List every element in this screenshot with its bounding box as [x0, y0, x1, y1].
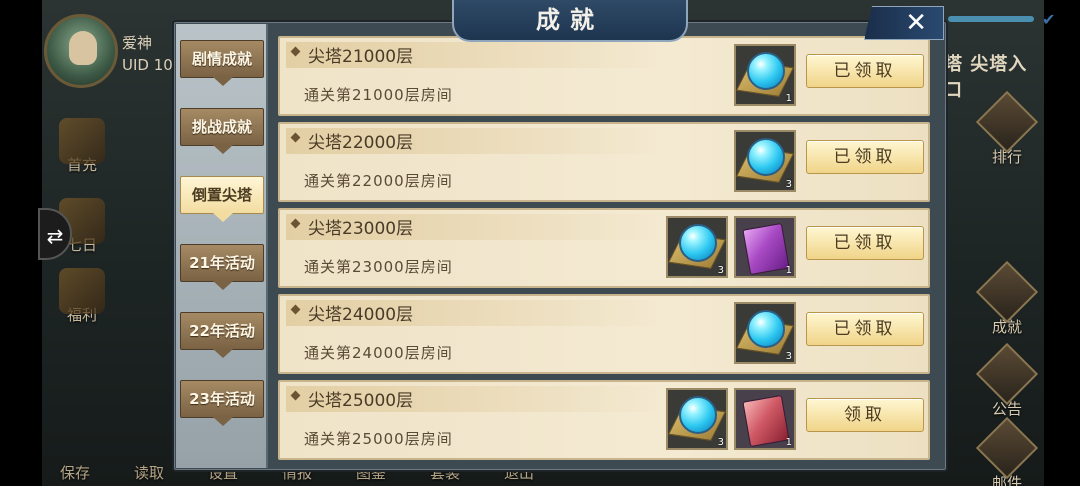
claim-button[interactable]: 领取 — [806, 398, 924, 432]
right-edge-band — [1044, 0, 1080, 486]
welfare-button[interactable]: 福利 — [52, 268, 112, 325]
check-icon: ✔ — [1042, 10, 1056, 29]
tab-inverted-tower[interactable]: 倒置尖塔 — [180, 176, 264, 222]
mail-icon — [975, 416, 1039, 480]
close-button[interactable]: ✕ — [864, 6, 944, 40]
achievement-desc: 通关第21000层房间 — [304, 86, 453, 104]
tab-event-2023[interactable]: 23年活动 — [180, 380, 264, 426]
panel-title: 成就 — [452, 0, 688, 42]
reward-item[interactable]: 1 — [734, 216, 796, 278]
notice-icon — [975, 342, 1039, 406]
achievement-title: 尖塔21000层 — [308, 47, 414, 67]
claimed-button[interactable]: 已领取 — [806, 54, 924, 88]
achievement-title: 尖塔23000层 — [308, 219, 414, 239]
achievement-title: 尖塔22000层 — [308, 133, 414, 153]
player-avatar[interactable] — [44, 14, 118, 88]
reward-qty: 1 — [785, 437, 792, 448]
reward-qty: 3 — [785, 179, 792, 190]
achievement-row: 尖塔25000层 通关第25000层房间 3 1 领取 — [278, 380, 930, 460]
crystal-orb-icon — [747, 138, 785, 176]
reward-item[interactable]: 1 — [734, 388, 796, 450]
energy-bar — [948, 16, 1034, 22]
crystal-orb-icon — [747, 310, 785, 348]
reward-item[interactable]: 3 — [734, 302, 796, 364]
achievement-row: 尖塔23000层 通关第23000层房间 3 1 已领取 — [278, 208, 930, 288]
load-button[interactable]: 读取 — [134, 462, 164, 483]
first-recharge-button[interactable]: 首充 — [52, 118, 112, 175]
achievement-title: 尖塔25000层 — [308, 391, 414, 411]
reward-item[interactable]: 3 — [734, 130, 796, 192]
crystal-orb-icon — [747, 52, 785, 90]
claimed-button[interactable]: 已领取 — [806, 226, 924, 260]
achievement-desc: 通关第25000层房间 — [304, 430, 453, 448]
claimed-button[interactable]: 已领取 — [806, 312, 924, 346]
reward-item[interactable]: 3 — [666, 388, 728, 450]
achievement-desc: 通关第22000层房间 — [304, 172, 453, 190]
left-edge-band — [0, 0, 42, 486]
tab-event-2021[interactable]: 21年活动 — [180, 244, 264, 290]
player-name: 爱神 — [122, 34, 153, 52]
tab-event-2022[interactable]: 22年活动 — [180, 312, 264, 358]
reward-qty: 3 — [717, 265, 724, 276]
red-book-icon — [742, 394, 790, 448]
reward-item[interactable]: 1 — [734, 44, 796, 106]
achievement-desc: 通关第23000层房间 — [304, 258, 453, 276]
welfare-icon — [59, 268, 105, 314]
achievement-button[interactable]: 成就 — [975, 260, 1039, 337]
crystal-orb-icon — [679, 224, 717, 262]
crystal-orb-icon — [679, 396, 717, 434]
reward-qty: 3 — [717, 437, 724, 448]
notice-button[interactable]: 公告 — [975, 342, 1039, 419]
tab-story-achievement[interactable]: 剧情成就 — [180, 40, 264, 86]
achievement-title: 尖塔24000层 — [308, 305, 414, 325]
tab-challenge-achievement[interactable]: 挑战成就 — [180, 108, 264, 154]
achievement-icon — [975, 260, 1039, 324]
ranking-icon — [975, 90, 1039, 154]
mail-button[interactable]: 邮件 — [975, 416, 1039, 486]
achievement-row: 尖塔22000层 通关第22000层房间 3 已领取 — [278, 122, 930, 202]
claimed-button[interactable]: 已领取 — [806, 140, 924, 174]
purple-book-icon — [742, 222, 790, 276]
achievement-desc: 通关第24000层房间 — [304, 344, 453, 362]
reward-qty: 3 — [785, 351, 792, 362]
collapse-arrow-icon: ⇄ — [46, 224, 64, 248]
tower-entry-button[interactable]: 塔 尖塔入口 — [944, 50, 1044, 101]
reward-qty: 1 — [785, 265, 792, 276]
achievement-row: 尖塔21000层 通关第21000层房间 1 已领取 — [278, 36, 930, 116]
reward-qty: 1 — [785, 93, 792, 104]
close-icon: ✕ — [905, 8, 927, 38]
achievement-row: 尖塔24000层 通关第24000层房间 3 已领取 — [278, 294, 930, 374]
ranking-button[interactable]: 排行 — [975, 90, 1039, 167]
player-uid: UID 10 — [122, 56, 173, 74]
reward-item[interactable]: 3 — [666, 216, 728, 278]
save-button[interactable]: 保存 — [60, 462, 90, 483]
gift-icon — [59, 118, 105, 164]
